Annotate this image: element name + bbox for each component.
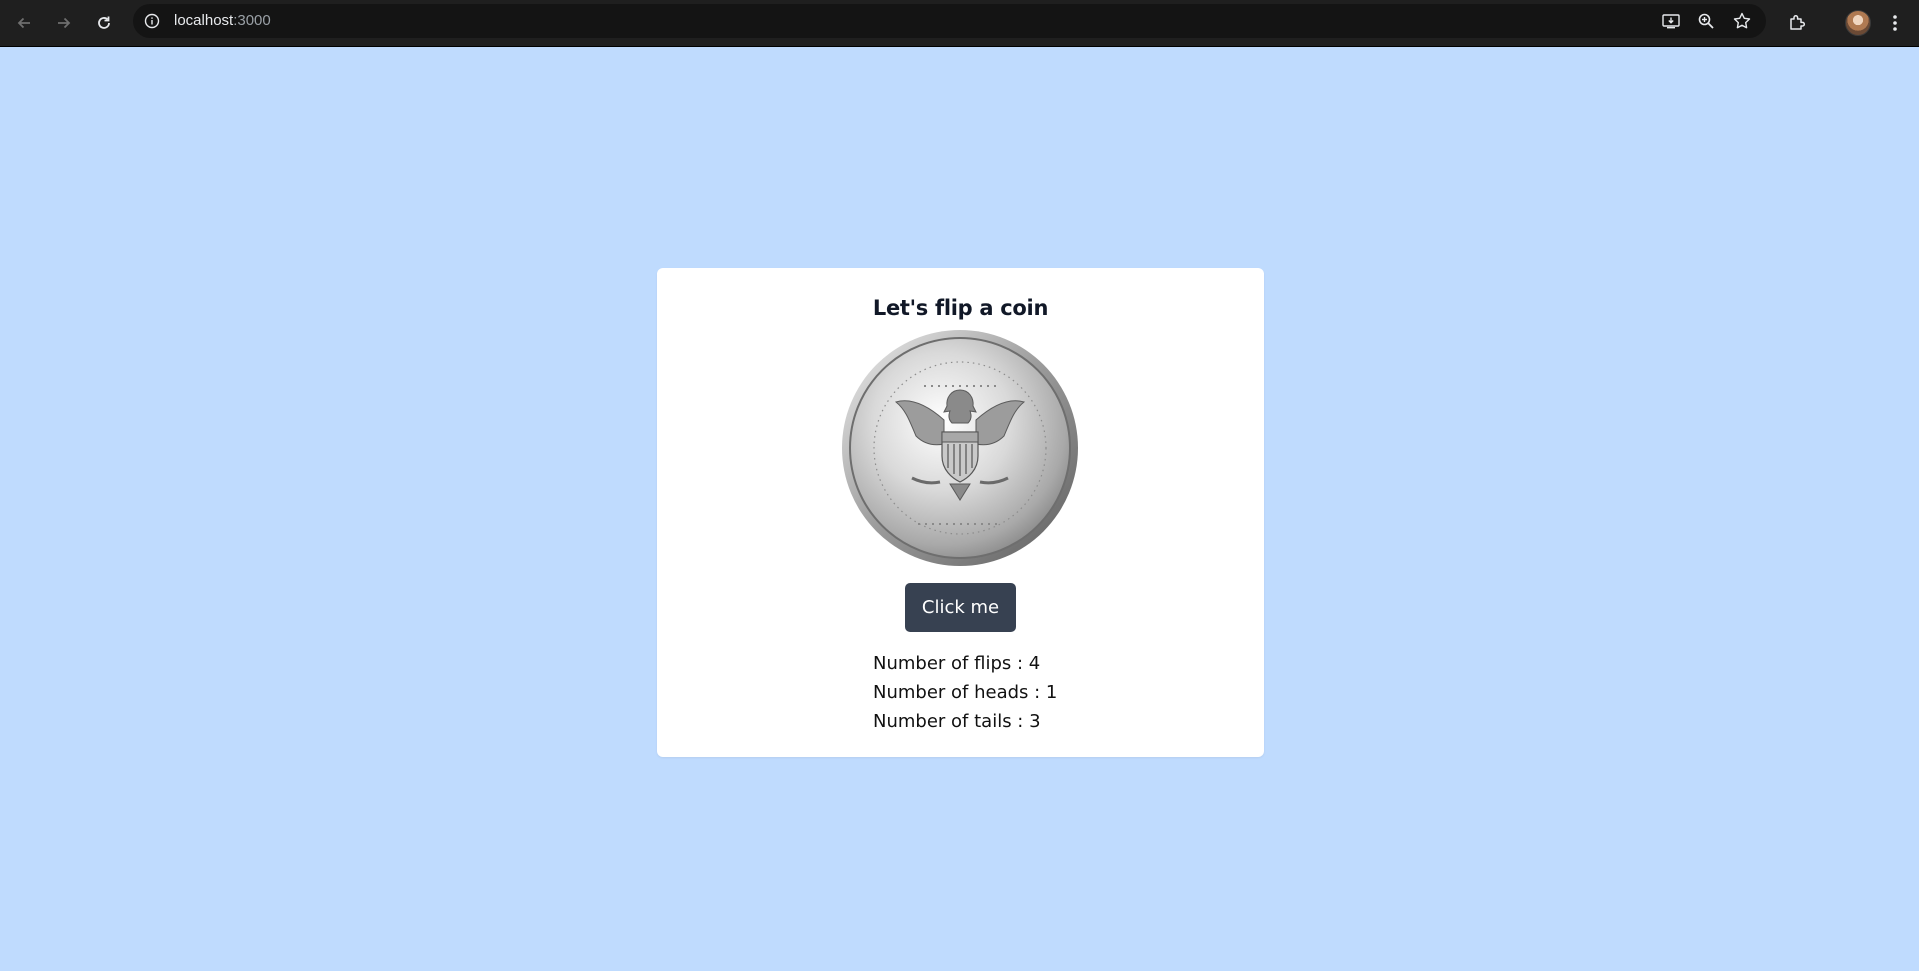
forward-arrow-icon <box>58 17 71 29</box>
browser-toolbar: localhost:3000 <box>0 0 1919 47</box>
back-arrow-icon <box>17 17 30 29</box>
flip-stats: Number of flips : 4 Number of heads : 1 … <box>873 649 1057 736</box>
install-app-icon[interactable] <box>1661 11 1681 31</box>
url-host: localhost <box>174 12 234 29</box>
address-bar[interactable]: localhost:3000 <box>133 4 1766 38</box>
profile-avatar[interactable] <box>1845 10 1871 36</box>
site-info-icon[interactable] <box>144 13 160 29</box>
zoom-icon[interactable] <box>1696 11 1716 31</box>
flips-count-text: Number of flips : 4 <box>873 653 1041 674</box>
coin-flip-card: Let's flip a coin Click me Number of fli… <box>657 268 1264 757</box>
page-background: Let's flip a coin Click me Number of fli… <box>0 47 1919 971</box>
coin-image <box>842 330 1078 566</box>
tails-count-text: Number of tails : 3 <box>873 711 1041 732</box>
url-text[interactable]: localhost:3000 <box>174 13 271 29</box>
heads-count-text: Number of heads : 1 <box>873 682 1058 703</box>
url-port: :3000 <box>233 12 271 29</box>
flip-coin-button[interactable]: Click me <box>905 583 1016 632</box>
more-menu-button[interactable] <box>1881 9 1909 37</box>
bookmark-star-icon[interactable] <box>1732 11 1752 31</box>
back-button[interactable] <box>10 9 38 37</box>
reload-button[interactable] <box>90 9 118 37</box>
forward-button[interactable] <box>50 9 78 37</box>
extensions-button[interactable] <box>1783 9 1811 37</box>
extensions-icon <box>1790 14 1806 30</box>
card-title: Let's flip a coin <box>872 296 1049 320</box>
reload-icon <box>98 16 110 29</box>
more-menu-icon <box>1893 15 1897 31</box>
